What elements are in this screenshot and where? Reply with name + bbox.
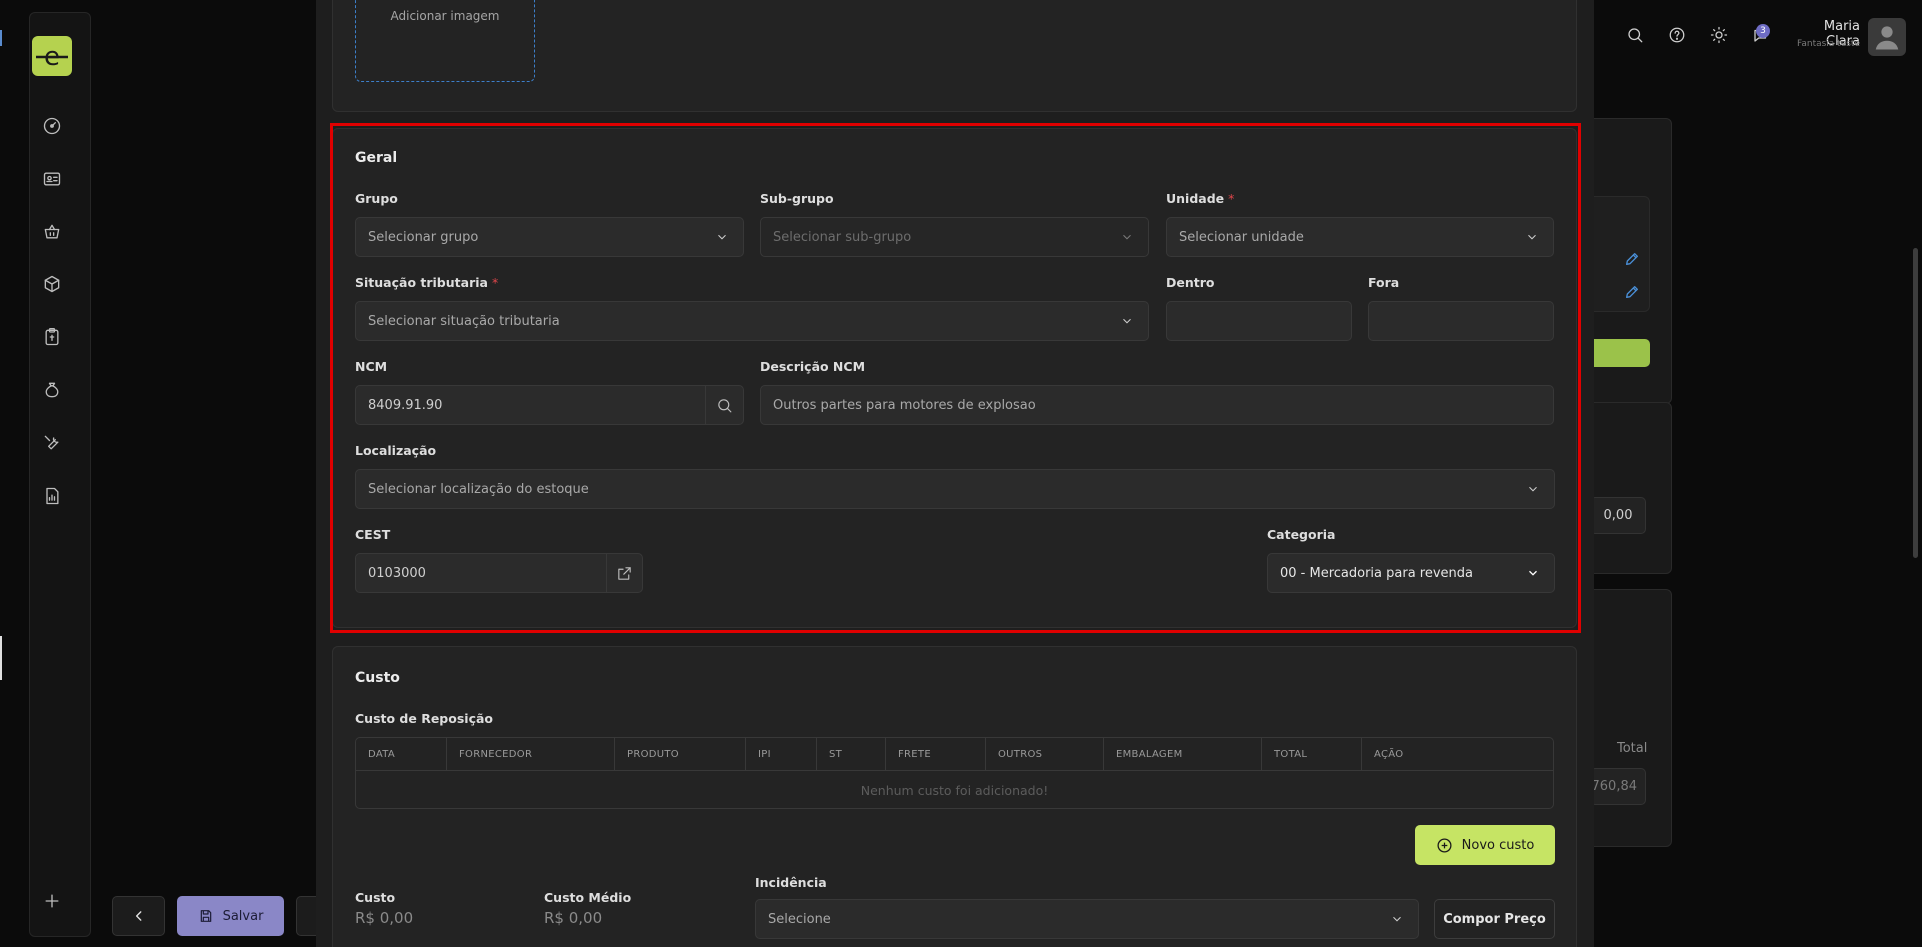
- localizacao-select[interactable]: Selecionar localização do estoque: [355, 469, 1555, 509]
- tools-icon[interactable]: [40, 431, 64, 455]
- chevron-down-icon: [1526, 482, 1540, 496]
- chevron-down-icon: [1526, 566, 1540, 580]
- new-cost-label: Novo custo: [1461, 837, 1535, 853]
- active-indicator: [0, 30, 2, 46]
- save-button[interactable]: Salvar: [177, 896, 284, 936]
- plus-icon[interactable]: [40, 889, 64, 913]
- column-header: FRETE: [886, 738, 986, 771]
- sidebar: [29, 12, 91, 937]
- save-icon: [200, 910, 211, 922]
- scroll-indicator: [0, 636, 2, 680]
- logo-icon: e: [36, 42, 68, 72]
- user-subtitle: Fantasia teste: [1797, 39, 1860, 49]
- custo-value: R$ 0,00: [355, 909, 414, 927]
- background-value-field[interactable]: 0,00: [1590, 497, 1646, 534]
- geral-title: Geral: [355, 150, 398, 166]
- incidencia-select[interactable]: Selecione: [755, 899, 1419, 939]
- custo-table: DATA FORNECEDOR PRODUTO IPI ST FRETE OUT…: [355, 737, 1554, 809]
- custo-medio-label: Custo Médio: [544, 890, 632, 905]
- cest-label: CEST: [355, 527, 391, 542]
- plus-circle-icon: [1437, 837, 1452, 853]
- grupo-label: Grupo: [355, 191, 398, 206]
- custo-label: Custo: [355, 890, 396, 905]
- custo-title: Custo: [355, 670, 400, 686]
- clipboard-icon[interactable]: [40, 325, 64, 349]
- chevron-down-icon: [1120, 230, 1134, 244]
- compor-preco-button[interactable]: Compor Preço: [1434, 899, 1555, 939]
- search-icon[interactable]: [1624, 24, 1646, 46]
- dentro-label: Dentro: [1166, 275, 1215, 290]
- column-header: PRODUTO: [615, 738, 746, 771]
- background-green-button[interactable]: [1590, 339, 1650, 367]
- total-label: Total: [1617, 741, 1648, 756]
- column-header: ST: [817, 738, 886, 771]
- chevron-down-icon: [1120, 314, 1134, 328]
- external-link-icon[interactable]: [606, 554, 642, 592]
- user-icon: [1875, 26, 1899, 50]
- descricao-ncm-input[interactable]: Outros partes para motores de explosao: [760, 385, 1554, 425]
- ncm-label: NCM: [355, 359, 388, 374]
- box-icon[interactable]: [40, 272, 64, 296]
- app-logo[interactable]: e: [32, 36, 72, 76]
- edit-icon[interactable]: [1624, 251, 1640, 271]
- image-upload-area[interactable]: Adicionar imagem: [355, 0, 535, 82]
- save-button-label: Salvar: [222, 908, 264, 924]
- search-icon[interactable]: [705, 386, 743, 424]
- grupo-select[interactable]: Selecionar grupo: [355, 217, 744, 257]
- column-header: OUTROS: [986, 738, 1104, 771]
- basket-icon[interactable]: [40, 220, 64, 244]
- categoria-select[interactable]: 00 - Mercadoria para revenda: [1267, 553, 1555, 593]
- column-header: TOTAL: [1262, 738, 1362, 771]
- upload-label: Adicionar imagem: [390, 9, 500, 23]
- page-scrollbar[interactable]: [1913, 248, 1918, 558]
- fora-label: Fora: [1368, 275, 1400, 290]
- chevron-left-icon: [135, 911, 141, 921]
- secondary-action-button[interactable]: [296, 896, 316, 936]
- column-header: AÇÃO: [1374, 749, 1404, 760]
- custo-table-header: DATA FORNECEDOR PRODUTO IPI ST FRETE OUT…: [356, 738, 1553, 771]
- categoria-label: Categoria: [1267, 527, 1336, 542]
- column-header: DATA: [356, 738, 447, 771]
- dentro-input[interactable]: [1166, 301, 1352, 341]
- notification-badge: 3: [1756, 24, 1770, 38]
- localizacao-label: Localização: [355, 443, 437, 458]
- custo-reposicao-label: Custo de Reposição: [355, 711, 494, 726]
- subgrupo-select[interactable]: Selecionar sub-grupo: [760, 217, 1149, 257]
- column-header: IPI: [746, 738, 817, 771]
- chevron-down-icon: [1390, 912, 1404, 926]
- help-icon[interactable]: [1666, 24, 1688, 46]
- subgrupo-label: Sub-grupo: [760, 191, 834, 206]
- chevron-down-icon: [715, 230, 729, 244]
- new-cost-button[interactable]: Novo custo: [1415, 825, 1555, 865]
- back-button[interactable]: [112, 896, 165, 936]
- avatar[interactable]: [1868, 18, 1906, 56]
- sun-icon[interactable]: [1708, 24, 1730, 46]
- unidade-label: Unidade *: [1166, 191, 1235, 206]
- cest-input[interactable]: 0103000: [355, 553, 643, 593]
- report-icon[interactable]: [40, 484, 64, 508]
- edit-icon[interactable]: [1624, 284, 1640, 304]
- custo-medio-value: R$ 0,00: [544, 909, 603, 927]
- incidencia-label: Incidência: [755, 875, 827, 890]
- chevron-down-icon: [1525, 230, 1539, 244]
- column-header: EMBALAGEM: [1104, 738, 1262, 771]
- dashboard-icon[interactable]: [40, 114, 64, 138]
- total-value-field[interactable]: 760,84: [1590, 768, 1646, 805]
- ncm-input[interactable]: 8409.91.90: [355, 385, 744, 425]
- column-header: FORNECEDOR: [447, 738, 615, 771]
- id-card-icon[interactable]: [40, 167, 64, 191]
- money-bag-icon[interactable]: [40, 378, 64, 402]
- situacao-select[interactable]: Selecionar situação tributaria: [355, 301, 1149, 341]
- descricao-ncm-label: Descrição NCM: [760, 359, 866, 374]
- empty-table-message: Nenhum custo foi adicionado!: [860, 782, 1049, 798]
- unidade-select[interactable]: Selecionar unidade: [1166, 217, 1554, 257]
- situacao-label: Situação tributaria *: [355, 275, 499, 290]
- fora-input[interactable]: [1368, 301, 1554, 341]
